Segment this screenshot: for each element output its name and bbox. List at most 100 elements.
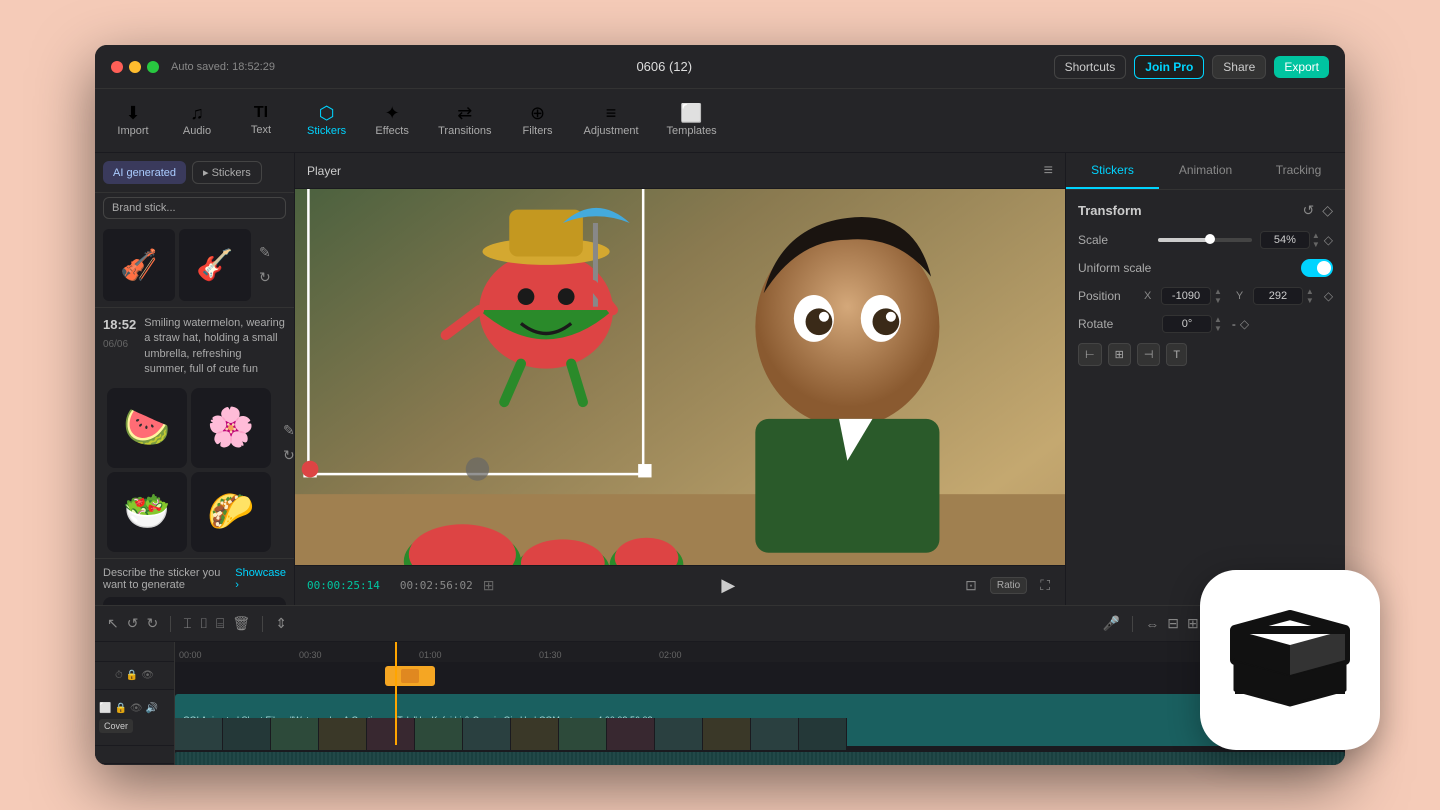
rotate-value[interactable]: 0° — [1162, 315, 1212, 333]
cover-label[interactable]: Cover — [99, 719, 133, 733]
sticker-clip[interactable] — [385, 666, 435, 686]
tool-audio[interactable]: ♫ Audio — [167, 98, 227, 143]
redo-tool[interactable]: ↻ — [146, 615, 158, 632]
sticker-flower-1[interactable]: 🌸 — [191, 388, 271, 468]
scale-stepper[interactable]: ▲ ▼ — [1312, 232, 1320, 249]
scale-diamond[interactable]: ◇ — [1324, 233, 1333, 247]
edit-icon-2[interactable]: ✎ — [283, 422, 295, 439]
tool-filters[interactable]: ⊕ Filters — [508, 98, 568, 143]
cursor-tool[interactable]: ↖ — [107, 615, 119, 632]
align-left[interactable]: ⊢ — [1078, 343, 1102, 366]
join-pro-button[interactable]: Join Pro — [1134, 55, 1204, 79]
tag-stickers[interactable]: ▸ Stickers — [192, 161, 262, 184]
main-content: AI generated ▸ Stickers Brand stick... 🎻… — [95, 153, 1345, 605]
pos-diamond[interactable]: ◇ — [1324, 289, 1333, 303]
freeze-icon[interactable]: ⊞ — [1187, 615, 1199, 632]
position-y-value[interactable]: 292 — [1253, 287, 1303, 305]
tool-effects[interactable]: ✦ Effects — [362, 98, 422, 143]
sticker-burger-1[interactable]: 🌮 — [191, 472, 271, 552]
scale-value[interactable]: 54% — [1260, 231, 1310, 249]
scale-slider[interactable] — [1158, 238, 1252, 242]
auto-saved-label: Auto saved: 18:52:29 — [171, 61, 275, 73]
position-x-value[interactable]: -1090 — [1161, 287, 1211, 305]
sticker-preview-guitar[interactable]: 🎸 — [179, 229, 251, 301]
diamond-icon[interactable]: ◇ — [1322, 202, 1333, 219]
align-right[interactable]: ⊣ — [1137, 343, 1161, 366]
timeline-labels: ⏱ 🔒 👁 ⬜ 🔒 👁 🔊 Cover — [95, 642, 175, 765]
grid-icon[interactable]: ⊞ — [483, 577, 495, 594]
undo-tool[interactable]: ↺ — [127, 615, 139, 632]
sticker-watermelon-2[interactable]: 🥗 — [107, 472, 187, 552]
uniform-scale-toggle[interactable] — [1301, 259, 1333, 277]
shortcuts-button[interactable]: Shortcuts — [1054, 55, 1127, 79]
tool-adjustment[interactable]: ≡ Adjustment — [572, 98, 651, 143]
split-tool[interactable]: ⌶ — [183, 615, 191, 632]
showcase-link[interactable]: Showcase › — [235, 567, 286, 591]
scale-row: Scale 54% ▲ ▼ ◇ — [1078, 231, 1333, 249]
app-logo-overlay — [1200, 570, 1380, 750]
tag-brand[interactable]: Brand stick... — [103, 197, 286, 219]
sticker-grid-actions: ✎ ↻ — [279, 382, 295, 464]
reset-icon[interactable]: ↺ — [1302, 202, 1314, 219]
total-time: 00:02:56:02 — [400, 579, 473, 592]
expand-icon[interactable]: ⊡ — [965, 577, 977, 594]
sticker-watermelon-1[interactable]: 🍉 — [107, 388, 187, 468]
current-time: 00:00:25:14 — [307, 579, 380, 592]
mic-icon[interactable]: 🎤 — [1103, 615, 1120, 632]
zoom-fit-icon[interactable]: ⇔ — [1145, 616, 1159, 632]
chat-timestamp: 18:52 06/06 — [103, 316, 136, 378]
player-menu-icon[interactable]: ≡ — [1044, 162, 1053, 180]
tool-text[interactable]: TI Text — [231, 99, 291, 142]
align-text[interactable]: T — [1166, 343, 1187, 366]
center-panel: Player ≡ — [295, 153, 1065, 605]
refresh-icon[interactable]: ↻ — [259, 269, 271, 286]
thumb-5 — [367, 718, 415, 750]
audio-track — [175, 750, 1345, 765]
share-button[interactable]: Share — [1212, 55, 1266, 79]
align-center-h[interactable]: ⊞ — [1108, 343, 1131, 366]
maximize-button[interactable] — [147, 61, 159, 73]
tl-sep-3 — [1132, 616, 1133, 632]
thumb-8 — [511, 718, 559, 750]
split3-tool[interactable]: ⌸ — [216, 615, 224, 632]
tool-stickers[interactable]: ⬡ Stickers — [295, 98, 358, 143]
timeline-tracks: 00:00 00:30 01:00 01:30 02:00 — [175, 642, 1345, 765]
ruler-mark-4: 02:00 — [655, 650, 775, 660]
close-button[interactable] — [111, 61, 123, 73]
edit-icon[interactable]: ✎ — [259, 244, 271, 261]
app-window: Auto saved: 18:52:29 0606 (12) Shortcuts… — [95, 45, 1345, 765]
rotate-stepper[interactable]: ▲ ▼ — [1214, 316, 1222, 333]
play-button[interactable]: ▶ — [721, 575, 735, 596]
align-row: ⊢ ⊞ ⊣ T — [1078, 343, 1333, 366]
ratio-button[interactable]: Ratio — [990, 577, 1027, 594]
sticker-preview-violin[interactable]: 🎻 — [103, 229, 175, 301]
transform-header: Transform ↺ ◇ — [1078, 202, 1333, 219]
thumb-14 — [799, 718, 847, 750]
tab-stickers[interactable]: Stickers — [1066, 153, 1159, 189]
rotate-diamond[interactable]: ◇ — [1240, 317, 1249, 331]
prompt-input-wrap: Smiling watermelon, wearing a straw hat,… — [103, 597, 286, 605]
pos-y-stepper[interactable]: ▲ ▼ — [1306, 288, 1314, 305]
pos-x-stepper[interactable]: ▲ ▼ — [1214, 288, 1222, 305]
mirror-tool[interactable]: ⇕ — [275, 615, 287, 632]
text-icon: TI — [254, 105, 268, 121]
refresh-icon-2[interactable]: ↻ — [283, 447, 295, 464]
tag-ai-generated[interactable]: AI generated — [103, 161, 186, 184]
tool-import[interactable]: ⬇ Import — [103, 98, 163, 143]
track-label-audio — [95, 746, 174, 764]
effects-icon: ✦ — [385, 104, 400, 122]
tool-templates[interactable]: ⬜ Templates — [655, 98, 729, 143]
tool-transitions[interactable]: ⇄ Transitions — [426, 98, 503, 143]
thumb-10 — [607, 718, 655, 750]
export-button[interactable]: Export — [1274, 56, 1329, 78]
timeline-playhead[interactable] — [395, 642, 397, 745]
fullscreen-icon[interactable]: ⛶ — [1040, 577, 1050, 594]
tab-tracking[interactable]: Tracking — [1252, 153, 1345, 189]
minimize-button[interactable] — [129, 61, 141, 73]
delete-tool[interactable]: 🗑 — [232, 615, 250, 632]
split-clip-icon[interactable]: ⊟ — [1167, 615, 1179, 632]
prompt-input[interactable]: Smiling watermelon, wearing a straw hat,… — [111, 603, 278, 605]
split2-tool[interactable]: ⌷ — [200, 615, 208, 632]
timeline-toolbar: ↖ ↺ ↻ ⌶ ⌷ ⌸ 🗑 ⇕ 🎤 ⇔ ⊟ ⊞ ⇔ ⊡ ⊕ ⊖ ━━━ ⊛ — [95, 606, 1345, 642]
tab-animation[interactable]: Animation — [1159, 153, 1252, 189]
